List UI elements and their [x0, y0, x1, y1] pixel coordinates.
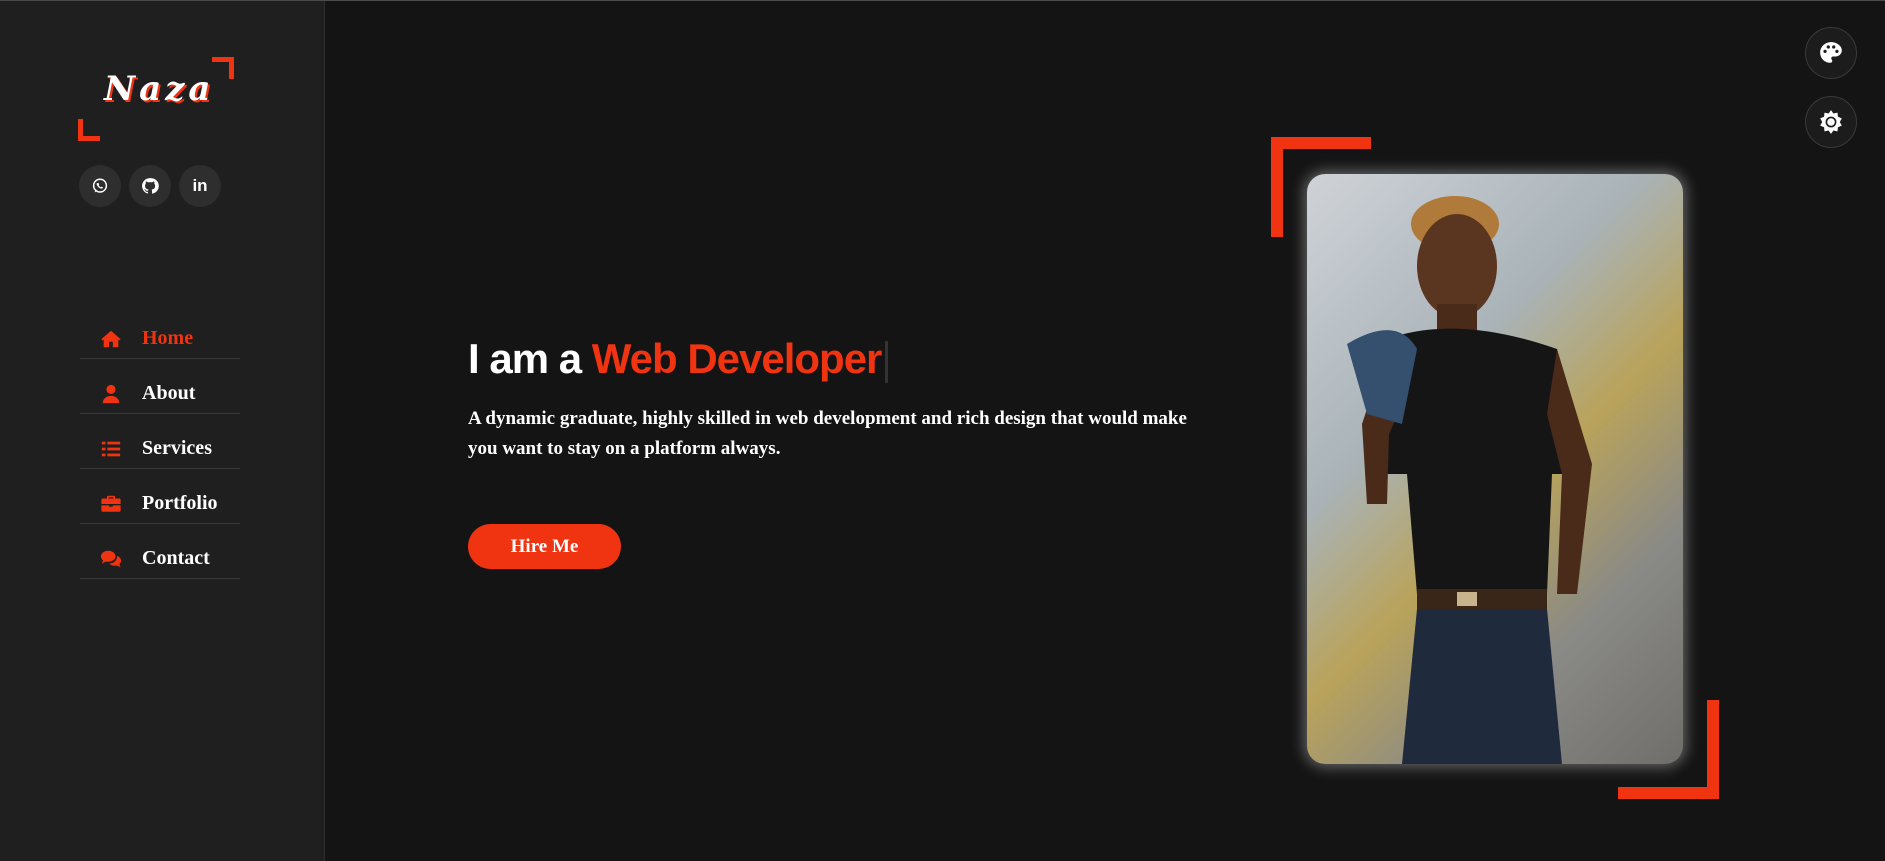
logo[interactable]: Naza	[78, 57, 234, 141]
list-icon	[98, 438, 124, 460]
theme-toggle-button[interactable]	[1805, 96, 1857, 148]
main-nav: Home About Services Portfolio Contact	[80, 319, 240, 594]
nav-label-portfolio: Portfolio	[142, 492, 218, 514]
linkedin-link[interactable]: in	[179, 165, 221, 207]
hero-description: A dynamic graduate, highly skilled in we…	[468, 408, 1187, 459]
user-icon	[98, 383, 124, 405]
color-palette-button[interactable]	[1805, 27, 1857, 79]
sidebar: Naza in Home About Services Portfolio Co…	[0, 1, 325, 861]
logo-text: Naza	[104, 69, 215, 109]
home-icon	[98, 328, 124, 350]
nav-label-services: Services	[142, 437, 212, 459]
nav-item-home[interactable]: Home	[80, 319, 240, 359]
nav-item-about[interactable]: About	[80, 374, 240, 414]
hire-me-button[interactable]: Hire Me	[468, 524, 621, 569]
whatsapp-icon	[92, 178, 108, 193]
logo-corner-top-right	[212, 57, 234, 79]
person-illustration	[1347, 196, 1592, 764]
github-icon	[142, 178, 159, 194]
chat-icon	[98, 548, 124, 570]
logo-corner-bottom-left	[78, 119, 100, 141]
nav-item-contact[interactable]: Contact	[80, 539, 240, 579]
linkedin-icon: in	[192, 176, 208, 195]
whatsapp-link[interactable]	[79, 165, 121, 207]
briefcase-icon	[98, 493, 124, 515]
social-links: in	[79, 165, 221, 207]
palette-icon	[1820, 42, 1842, 63]
hero-headline: I am a Web Developer	[468, 335, 889, 384]
github-link[interactable]	[129, 165, 171, 207]
hero-intro: I am a	[468, 335, 582, 383]
nav-label-home: Home	[142, 327, 194, 349]
typing-cursor	[885, 341, 889, 384]
nav-item-services[interactable]: Services	[80, 429, 240, 469]
nav-label-contact: Contact	[142, 547, 210, 569]
nav-item-portfolio[interactable]: Portfolio	[80, 484, 240, 524]
gear-icon	[1820, 110, 1842, 134]
profile-photo	[1307, 174, 1683, 764]
nav-label-about: About	[142, 382, 196, 404]
hero-role: Web Developer	[591, 335, 883, 383]
